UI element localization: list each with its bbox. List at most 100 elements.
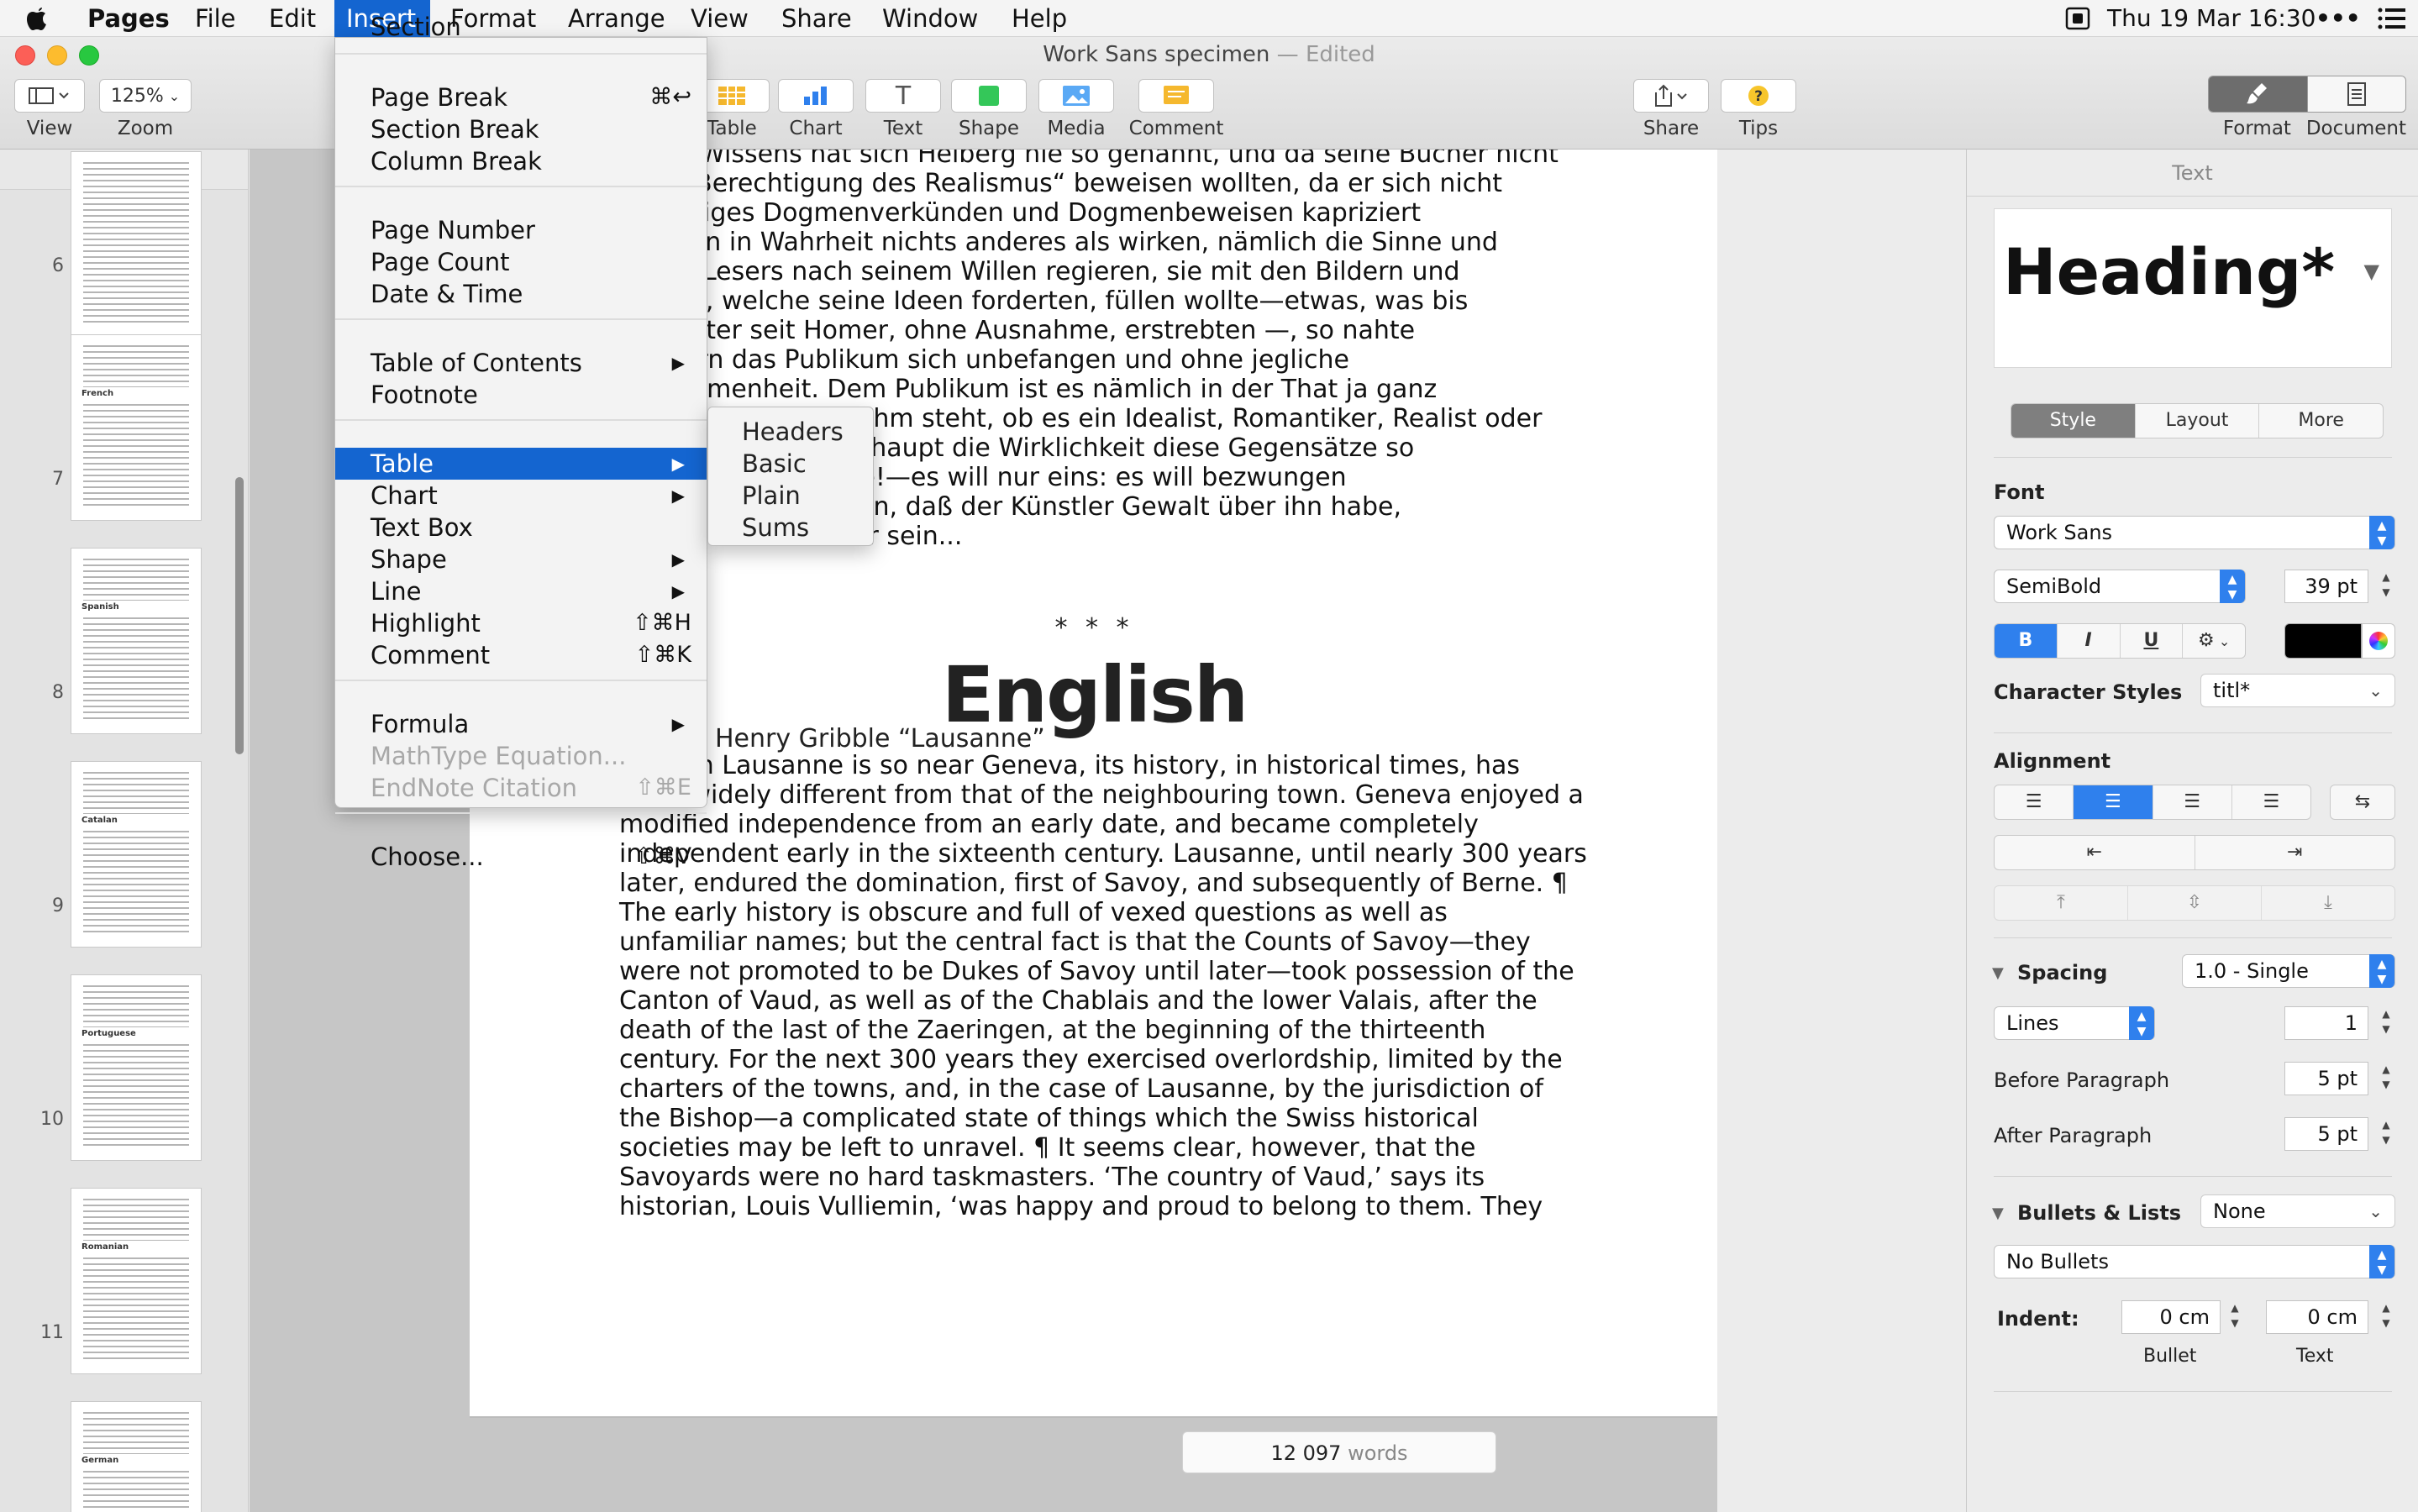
page-thumbnail[interactable]: Catalan bbox=[71, 761, 202, 948]
zoom-button[interactable]: 125% ⌄ Zoom bbox=[99, 79, 192, 139]
english-text-block[interactable]: Though Lausanne is so near Geneva, its h… bbox=[619, 751, 1594, 1221]
page-thumbnail[interactable] bbox=[71, 151, 202, 338]
insert-shape-button[interactable]: Shape bbox=[951, 79, 1027, 139]
bullet-indent-field[interactable]: 0 cm bbox=[2121, 1300, 2221, 1334]
text-indent-stepper[interactable]: ▲ ▼ bbox=[2379, 1300, 2394, 1334]
menu-app-name[interactable]: Pages bbox=[76, 0, 181, 37]
table-style-plain[interactable]: Plain bbox=[742, 480, 801, 512]
updown-arrows-icon: ▲ ▼ bbox=[2369, 1245, 2394, 1278]
line-spacing-field[interactable]: 1 bbox=[2284, 1006, 2368, 1040]
font-size-field[interactable]: 39 pt bbox=[2284, 570, 2368, 603]
increase-indent-button[interactable]: ⇥ bbox=[2195, 836, 2395, 869]
menu-item-table[interactable]: Table ▶ bbox=[335, 448, 707, 480]
text-color-well[interactable] bbox=[2284, 623, 2362, 659]
menu-item-date-time[interactable]: Date & Time bbox=[335, 278, 707, 310]
menu-item-comment[interactable]: Comment ⇧⌘K bbox=[335, 639, 707, 671]
spacing-popup[interactable]: 1.0 - Single ▲ ▼ bbox=[2182, 954, 2395, 988]
page-thumbnail[interactable]: French bbox=[71, 334, 202, 521]
menu-help[interactable]: Help bbox=[1000, 0, 1079, 37]
character-style-popup[interactable]: titl* ⌄ bbox=[2200, 674, 2395, 707]
font-weight-popup[interactable]: SemiBold ▲ ▼ bbox=[1994, 570, 2246, 603]
word-count[interactable]: 12 097 words bbox=[1182, 1431, 1496, 1473]
menu-item-highlight[interactable]: Highlight ⇧⌘H bbox=[335, 607, 707, 639]
inspector-switcher-labels: Format Document bbox=[2208, 118, 2406, 139]
notification-center-icon[interactable] bbox=[2378, 0, 2406, 37]
layout-tab[interactable]: Layout bbox=[2136, 404, 2260, 438]
apple-icon[interactable] bbox=[25, 0, 49, 37]
table-style-headers[interactable]: Headers bbox=[742, 416, 844, 448]
before-paragraph-field[interactable]: 5 pt bbox=[2284, 1062, 2368, 1095]
disclosure-triangle-icon[interactable]: ▼ bbox=[1992, 964, 2004, 982]
menu-item-page-number[interactable]: Page Number bbox=[335, 214, 707, 246]
more-tab[interactable]: More bbox=[2259, 404, 2383, 438]
menu-item-choose[interactable]: Choose... ⇧⌘V bbox=[335, 841, 707, 873]
menu-item-text-box[interactable]: Text Box bbox=[335, 512, 707, 543]
menu-item-shape[interactable]: Shape ▶ bbox=[335, 543, 707, 575]
menu-item-line[interactable]: Line ▶ bbox=[335, 575, 707, 607]
menu-item-column-break[interactable]: Column Break bbox=[335, 145, 707, 177]
bold-button[interactable]: B bbox=[1995, 624, 2058, 658]
page-thumbnail[interactable]: Spanish bbox=[71, 548, 202, 734]
color-picker-button[interactable] bbox=[2362, 623, 2395, 659]
insert-comment-button[interactable]: Comment bbox=[1126, 79, 1227, 139]
bullet-indent-stepper[interactable]: ▲ ▼ bbox=[2227, 1300, 2242, 1334]
align-bottom-button[interactable]: ⤓ bbox=[2262, 886, 2394, 920]
thumbnail-text-lines bbox=[83, 345, 189, 508]
menu-item-chart[interactable]: Chart ▶ bbox=[335, 480, 707, 512]
align-left-button[interactable]: ☰ bbox=[1995, 785, 2074, 819]
insert-chart-button[interactable]: Chart bbox=[778, 79, 854, 139]
text-direction-button[interactable]: ⇆ bbox=[2331, 785, 2394, 819]
view-button[interactable]: View bbox=[13, 79, 86, 139]
align-top-button[interactable]: ⤒ bbox=[1995, 886, 2128, 920]
align-middle-button[interactable]: ⇳ bbox=[2128, 886, 2262, 920]
screen-record-icon[interactable] bbox=[2065, 0, 2090, 37]
insert-text-button[interactable]: T Text bbox=[865, 79, 941, 139]
menu-clock[interactable]: Thu 19 Mar 16:30 bbox=[2107, 0, 2315, 37]
underline-button[interactable]: U bbox=[2121, 624, 2184, 658]
insert-media-button[interactable]: Media bbox=[1038, 79, 1114, 139]
page-thumbnail[interactable]: German bbox=[71, 1401, 202, 1512]
menu-edit[interactable]: Edit bbox=[257, 0, 328, 37]
table-style-sums[interactable]: Sums bbox=[742, 512, 809, 543]
document-tab-button[interactable] bbox=[2306, 76, 2405, 112]
line-spacing-stepper[interactable]: ▲ ▼ bbox=[2379, 1006, 2394, 1040]
after-paragraph-field[interactable]: 5 pt bbox=[2284, 1117, 2368, 1151]
share-button[interactable]: Share bbox=[1633, 79, 1709, 139]
menu-item-section[interactable]: Section bbox=[335, 11, 707, 43]
format-tab-button[interactable] bbox=[2209, 76, 2307, 112]
page-thumbnail[interactable]: Romanian bbox=[71, 1188, 202, 1374]
bullet-type-popup[interactable]: No Bullets ▲ ▼ bbox=[1994, 1245, 2395, 1278]
menu-item-label: Table bbox=[371, 449, 434, 478]
italic-button[interactable]: I bbox=[2058, 624, 2121, 658]
align-right-button[interactable]: ☰ bbox=[2153, 785, 2232, 819]
align-justify-button[interactable]: ☰ bbox=[2232, 785, 2310, 819]
text-options-button[interactable]: ⚙ ⌄ bbox=[2183, 624, 2245, 658]
menu-item-footnote[interactable]: Footnote bbox=[335, 379, 707, 411]
before-paragraph-stepper[interactable]: ▲ ▼ bbox=[2379, 1062, 2394, 1095]
menu-item-page-break[interactable]: Page Break ⌘↩ bbox=[335, 81, 707, 113]
sidebar-scrollbar[interactable] bbox=[235, 477, 244, 754]
font-size-stepper[interactable]: ▲ ▼ bbox=[2379, 570, 2394, 603]
tips-button[interactable]: ? Tips bbox=[1721, 79, 1796, 139]
menu-window[interactable]: Window bbox=[870, 0, 990, 37]
table-style-basic[interactable]: Basic bbox=[742, 448, 807, 480]
menu-share[interactable]: Share bbox=[770, 0, 864, 37]
menu-item-page-count[interactable]: Page Count bbox=[335, 246, 707, 278]
menu-item-formula[interactable]: Formula ▶ bbox=[335, 708, 707, 740]
list-style-popup[interactable]: None ⌄ bbox=[2200, 1194, 2395, 1228]
menu-file[interactable]: File bbox=[183, 0, 248, 37]
text-indent-field[interactable]: 0 cm bbox=[2266, 1300, 2368, 1334]
menu-extras-icon[interactable]: ••• bbox=[2315, 0, 2361, 37]
menu-item-section-break[interactable]: Section Break bbox=[335, 113, 707, 145]
disclosure-triangle-icon[interactable]: ▼ bbox=[1992, 1205, 2004, 1222]
line-spacing-mode-popup[interactable]: Lines ▲ ▼ bbox=[1994, 1006, 2155, 1040]
menu-item-table-of-contents[interactable]: Table of Contents ▶ bbox=[335, 347, 707, 379]
font-family-popup[interactable]: Work Sans ▲ ▼ bbox=[1994, 516, 2395, 549]
after-paragraph-stepper[interactable]: ▲ ▼ bbox=[2379, 1117, 2394, 1151]
byline[interactable]: Henry Gribble “Lausanne” bbox=[715, 724, 1045, 753]
paragraph-style-selector[interactable]: Heading* ▼ bbox=[1994, 208, 2392, 368]
decrease-indent-button[interactable]: ⇤ bbox=[1995, 836, 2195, 869]
align-center-button[interactable]: ☰ bbox=[2074, 785, 2153, 819]
page-thumbnail[interactable]: Portuguese bbox=[71, 974, 202, 1161]
style-tab[interactable]: Style bbox=[2011, 404, 2136, 438]
